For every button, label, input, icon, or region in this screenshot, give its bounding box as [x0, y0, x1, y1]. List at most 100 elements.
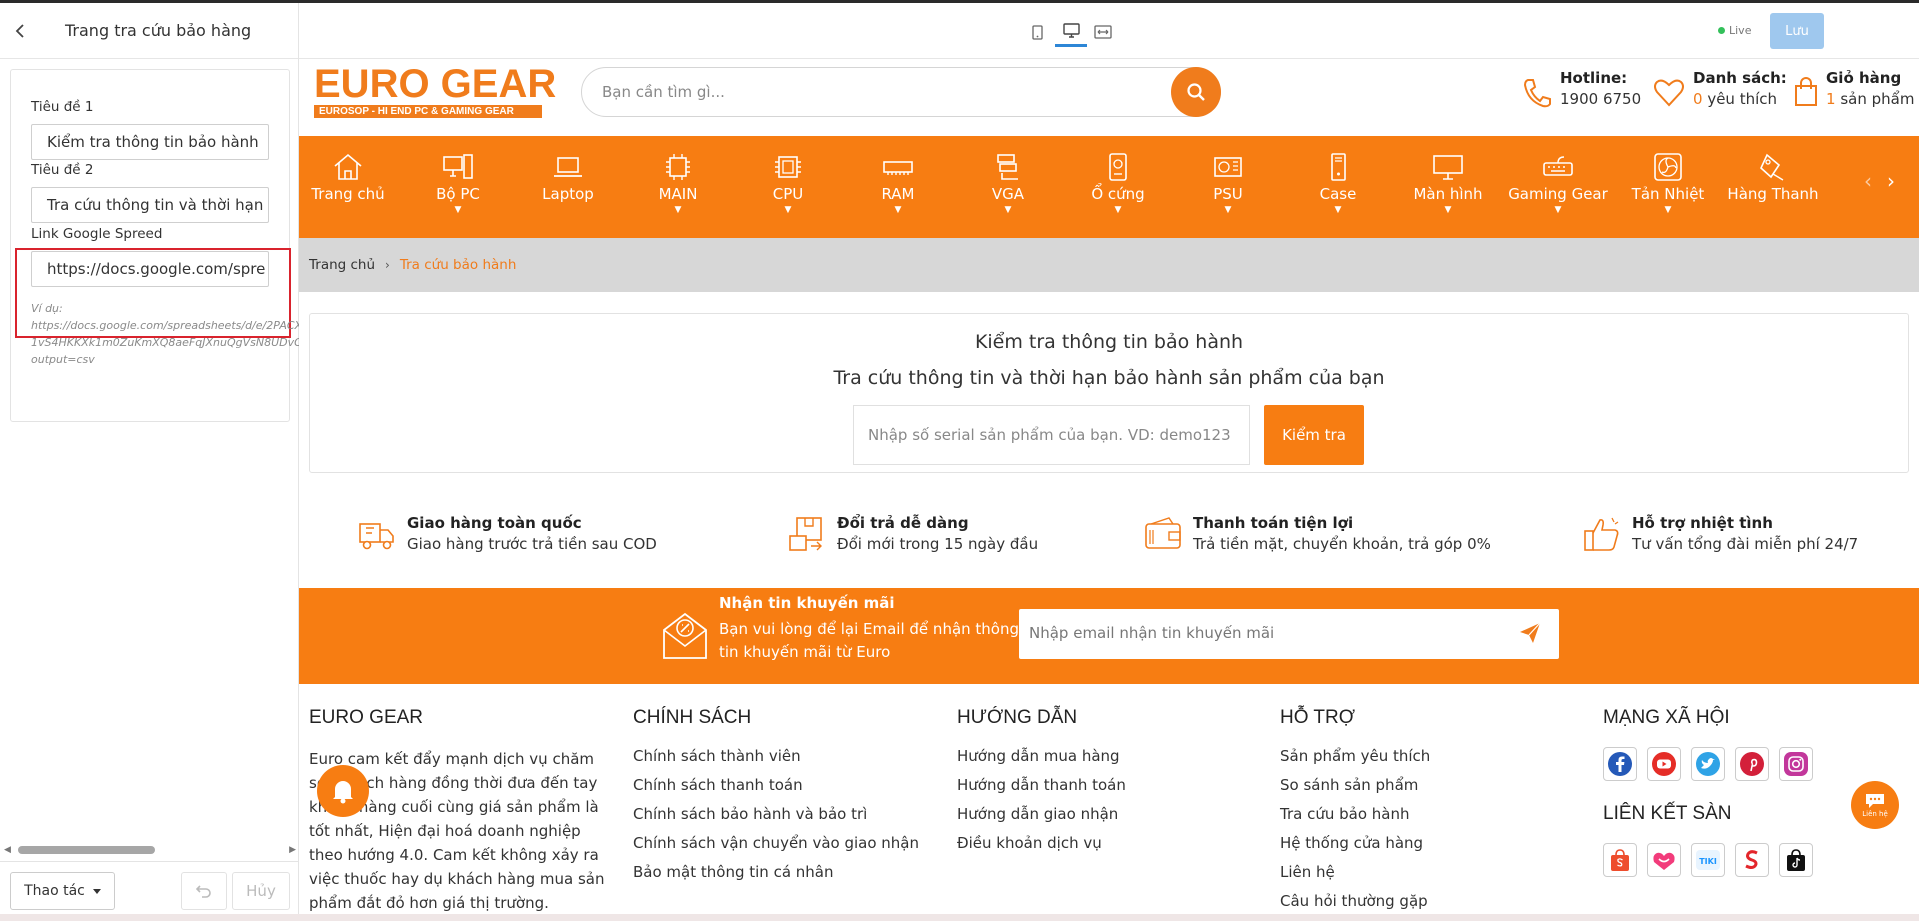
hint-line: https://docs.google.com/spreadsheets/d/e…: [31, 319, 306, 332]
menu-item-cooling[interactable]: Tản Nhiệt ▼: [1613, 152, 1723, 215]
facebook-icon: [1608, 752, 1632, 776]
sendo-icon: [1745, 850, 1758, 869]
caret-down-icon: [92, 888, 101, 894]
lazada-link[interactable]: [1647, 843, 1681, 877]
menu-item-psu[interactable]: PSU ▼: [1173, 152, 1283, 215]
facebook-link[interactable]: [1603, 747, 1637, 781]
page-preview: EURO GEAR EUROSOP - HI END PC & GAMING G…: [299, 59, 1919, 921]
serial-input[interactable]: Nhập số serial sản phẩm của bạn. VD: dem…: [853, 405, 1250, 465]
footer-heading: CHÍNH SÁCH: [633, 707, 752, 728]
menu-item-clearance[interactable]: Hàng Thanh: [1723, 152, 1823, 203]
footer-link[interactable]: Hướng dẫn thanh toán: [957, 776, 1126, 805]
scroll-left-icon[interactable]: ◀: [4, 845, 11, 855]
search-icon: [1187, 83, 1205, 101]
footer-link[interactable]: Chính sách thành viên: [633, 747, 919, 776]
hotline[interactable]: Hotline: 1900 6750: [1522, 69, 1641, 109]
menu-item-monitor[interactable]: Màn hình ▼: [1393, 152, 1503, 215]
actions-dropdown-button[interactable]: Thao tác: [10, 872, 115, 910]
scroll-right-icon[interactable]: ▶: [289, 845, 296, 855]
menu-item-storage[interactable]: Ổ cứng ▼: [1063, 152, 1173, 215]
back-button[interactable]: [0, 19, 40, 43]
menu-item-vga[interactable]: VGA ▼: [953, 152, 1063, 215]
chevron-left-icon: [15, 23, 24, 38]
pinterest-link[interactable]: [1735, 747, 1769, 781]
editor-footer: Thao tác Hủy: [0, 861, 299, 921]
scrollbar-thumb[interactable]: [18, 846, 155, 854]
contact-chat-button[interactable]: Liên hệ: [1851, 781, 1899, 829]
lazada-icon: [1653, 852, 1675, 870]
live-dot-icon: [1718, 27, 1725, 34]
tiki-link[interactable]: TIKI: [1691, 843, 1725, 877]
chevron-right-icon: ›: [385, 258, 390, 272]
twitter-icon: [1696, 752, 1720, 776]
menu-label: MAIN: [658, 185, 698, 203]
search-button[interactable]: [1171, 67, 1221, 117]
logo-text: EURO GEAR: [314, 62, 557, 106]
menu-item-gaming-gear[interactable]: Gaming Gear ▼: [1503, 152, 1613, 215]
breadcrumb-home[interactable]: Trang chủ: [309, 257, 375, 273]
footer-link[interactable]: Tra cứu bảo hành: [1280, 805, 1430, 834]
promo-envelope-icon: [663, 612, 707, 659]
shopping-bag-icon: [1795, 77, 1817, 106]
title1-input[interactable]: Kiểm tra thông tin bảo hành: [31, 124, 269, 160]
sendo-link[interactable]: [1735, 843, 1769, 877]
phone-icon: [1523, 79, 1551, 108]
footer-link[interactable]: So sánh sản phẩm: [1280, 776, 1430, 805]
field-label-google-link: Link Google Spreed: [31, 226, 163, 242]
bell-icon: [333, 781, 353, 804]
menu-item-cpu[interactable]: CPU ▼: [733, 152, 843, 215]
menu-item-home[interactable]: Trang chủ: [299, 152, 403, 203]
hotline-number: 1900 6750: [1560, 90, 1642, 108]
fullwidth-view-button[interactable]: [1087, 17, 1119, 47]
menu-next-icon[interactable]: ›: [1887, 169, 1895, 193]
footer-link[interactable]: Hướng dẫn mua hàng: [957, 747, 1126, 776]
footer-link[interactable]: Chính sách thanh toán: [633, 776, 919, 805]
newsletter-email-input[interactable]: Nhập email nhận tin khuyến mãi: [1019, 609, 1559, 659]
twitter-link[interactable]: [1691, 747, 1725, 781]
send-icon[interactable]: [1519, 622, 1541, 644]
cart[interactable]: Giỏ hàng 1 sản phẩm: [1794, 69, 1914, 108]
footer-heading: HỖ TRỢ: [1280, 707, 1356, 728]
shopee-link[interactable]: [1603, 843, 1637, 877]
footer-heading: HƯỚNG DẪN: [957, 707, 1078, 728]
mobile-view-button[interactable]: [1021, 17, 1053, 47]
footer-link[interactable]: Chính sách vận chuyển vào giao nhận: [633, 834, 919, 863]
footer-link[interactable]: Hướng dẫn giao nhận: [957, 805, 1126, 834]
wishlist-label: Danh sách:: [1693, 69, 1787, 87]
menu-item-case[interactable]: Case ▼: [1283, 152, 1393, 215]
footer-link[interactable]: Điều khoản dịch vụ: [957, 834, 1126, 863]
wishlist[interactable]: Danh sách: 0 yêu thích: [1653, 69, 1787, 108]
title2-input[interactable]: Tra cứu thông tin và thời hạn: [31, 187, 269, 223]
newsletter-bar: Nhận tin khuyến mãi Bạn vui lòng để lại …: [299, 588, 1919, 684]
instagram-link[interactable]: [1779, 747, 1813, 781]
menu-item-pc[interactable]: Bộ PC ▼: [403, 152, 513, 215]
footer-support: HỖ TRỢ Sản phẩm yêu thích So sánh sản ph…: [1280, 707, 1430, 921]
check-warranty-button[interactable]: Kiểm tra: [1264, 405, 1364, 465]
search-box[interactable]: Bạn cần tìm gì...: [581, 67, 1221, 117]
footer-link[interactable]: Hệ thống cửa hàng: [1280, 834, 1430, 863]
store-logo[interactable]: EURO GEAR EUROSOP - HI END PC & GAMING G…: [314, 64, 556, 118]
menu-item-laptop[interactable]: Laptop: [513, 152, 623, 203]
horizontal-scrollbar[interactable]: ◀ ▶: [4, 843, 296, 857]
live-label: Live: [1729, 24, 1752, 37]
undo-button[interactable]: [181, 872, 227, 910]
thumbs-up-icon: [1584, 517, 1619, 551]
notification-bell-button[interactable]: [317, 765, 369, 817]
menu-label: PSU: [1213, 185, 1243, 203]
footer-link[interactable]: Bảo mật thông tin cá nhân: [633, 863, 919, 892]
save-button[interactable]: Lưu: [1770, 13, 1824, 49]
youtube-link[interactable]: [1647, 747, 1681, 781]
cancel-button[interactable]: Hủy: [232, 872, 290, 910]
field-label-title2: Tiêu đề 2: [31, 162, 94, 178]
menu-item-ram[interactable]: RAM ▼: [843, 152, 953, 215]
desktop-view-button[interactable]: [1055, 17, 1087, 47]
footer-link[interactable]: Chính sách bảo hành và bảo trì: [633, 805, 919, 834]
tiktok-shop-link[interactable]: [1779, 843, 1813, 877]
google-link-input[interactable]: https://docs.google.com/spre: [31, 251, 269, 287]
footer-link[interactable]: Liên hệ: [1280, 863, 1430, 892]
keyboard-icon: [1543, 156, 1573, 176]
footer-link[interactable]: Sản phẩm yêu thích: [1280, 747, 1430, 776]
menu-item-main[interactable]: MAIN ▼: [623, 152, 733, 215]
menu-prev-icon[interactable]: ‹: [1864, 169, 1872, 193]
cart-label: Giỏ hàng: [1826, 69, 1902, 87]
